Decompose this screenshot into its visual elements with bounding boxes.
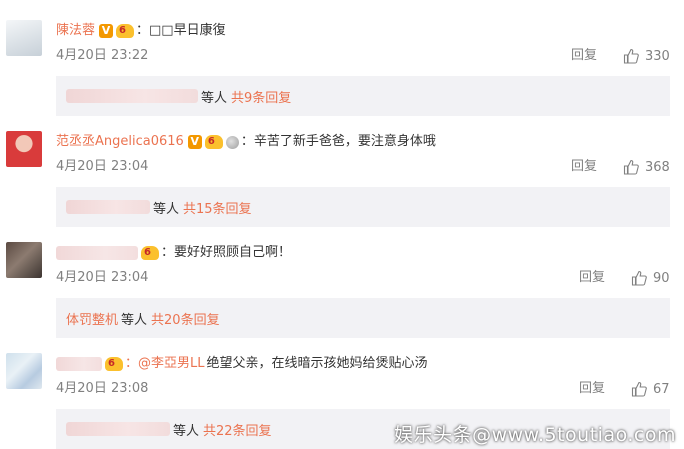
- sub-replies-total-link[interactable]: 共22条回复: [203, 420, 272, 439]
- sub-replies-box[interactable]: 体罚整机 等人 共20条回复: [56, 298, 670, 338]
- like-count: 330: [645, 48, 670, 64]
- reply-button[interactable]: 回复: [571, 47, 597, 65]
- comment-text: ：□□早日康復: [136, 23, 226, 38]
- comment-time: 4月20日 23:22: [56, 48, 149, 63]
- reply-button[interactable]: 回复: [579, 380, 605, 398]
- comment-line: 范丞丞Angelica0616 V 6 ：辛苦了新手爸爸，要注意身体哦: [56, 132, 436, 152]
- thumbs-up-icon: [623, 48, 639, 64]
- thumbs-up-icon: [623, 159, 639, 175]
- like-button[interactable]: 67: [631, 380, 670, 398]
- vip-crown-icon: 6: [116, 24, 135, 38]
- sub-replies-box[interactable]: 等人 共9条回复: [56, 76, 670, 116]
- thumbs-up-icon: [631, 381, 647, 397]
- comment-text: ：辛苦了新手爸爸，要注意身体哦: [240, 134, 436, 149]
- blurred-username: [66, 89, 198, 103]
- sub-replies-total-link[interactable]: 共9条回复: [231, 87, 291, 106]
- comment-line: 6 ：@李亞男LL 绝望父亲，在线暗示孩她妈给煲贴心汤: [56, 354, 428, 374]
- vip-crown-icon: 6: [141, 246, 159, 260]
- like-count: 67: [653, 381, 670, 397]
- comment-time: 4月20日 23:04: [56, 270, 149, 285]
- medal-icon: [225, 135, 239, 149]
- blurred-username: [66, 200, 150, 214]
- sub-replies-total-link[interactable]: 共15条回复: [183, 198, 252, 217]
- avatar[interactable]: [6, 353, 42, 389]
- like-button[interactable]: 330: [623, 47, 670, 65]
- sub-replies-deng: 等人: [121, 312, 148, 328]
- like-count: 90: [653, 270, 670, 286]
- sub-replies-box[interactable]: 等人 共15条回复: [56, 187, 670, 227]
- comment-line: 6 ：要好好照顾自己啊！: [56, 243, 291, 263]
- verified-icon: V: [99, 24, 114, 38]
- comment-text: ：要好好照顾自己啊！: [161, 245, 292, 260]
- thumbs-up-icon: [631, 270, 647, 286]
- like-button[interactable]: 90: [631, 269, 670, 287]
- comment-line: 陳法蓉 V 6 ：□□早日康復: [56, 21, 226, 41]
- avatar[interactable]: [6, 242, 42, 278]
- like-count: 368: [645, 159, 670, 175]
- comment-time: 4月20日 23:04: [56, 159, 149, 174]
- sub-replies-deng: 等人: [153, 201, 180, 217]
- avatar[interactable]: [6, 20, 42, 56]
- blurred-username[interactable]: [56, 246, 138, 260]
- username-link[interactable]: 范丞丞Angelica0616: [56, 132, 184, 152]
- vip-crown-icon: 6: [105, 357, 123, 371]
- vip-crown-icon: 6: [204, 135, 223, 149]
- sub-replies-total-link[interactable]: 共20条回复: [151, 309, 220, 328]
- watermark: 娱乐头条@www.5toutiao.com: [394, 424, 676, 446]
- sub-reply-username[interactable]: 体罚整机: [66, 309, 118, 328]
- sub-replies-deng: 等人: [173, 423, 200, 439]
- reply-button[interactable]: 回复: [571, 158, 597, 176]
- blurred-username: [66, 422, 170, 436]
- verified-icon: V: [187, 135, 202, 149]
- reply-button[interactable]: 回复: [579, 269, 605, 287]
- avatar[interactable]: [6, 131, 42, 167]
- comment-time: 4月20日 23:08: [56, 381, 149, 396]
- username-link[interactable]: 陳法蓉: [56, 21, 95, 41]
- mention-link[interactable]: ：@李亞男LL: [125, 354, 205, 374]
- blurred-username[interactable]: [56, 357, 102, 371]
- comment-text: 绝望父亲，在线暗示孩她妈给煲贴心汤: [206, 356, 428, 371]
- sub-replies-deng: 等人: [201, 90, 228, 106]
- like-button[interactable]: 368: [623, 158, 670, 176]
